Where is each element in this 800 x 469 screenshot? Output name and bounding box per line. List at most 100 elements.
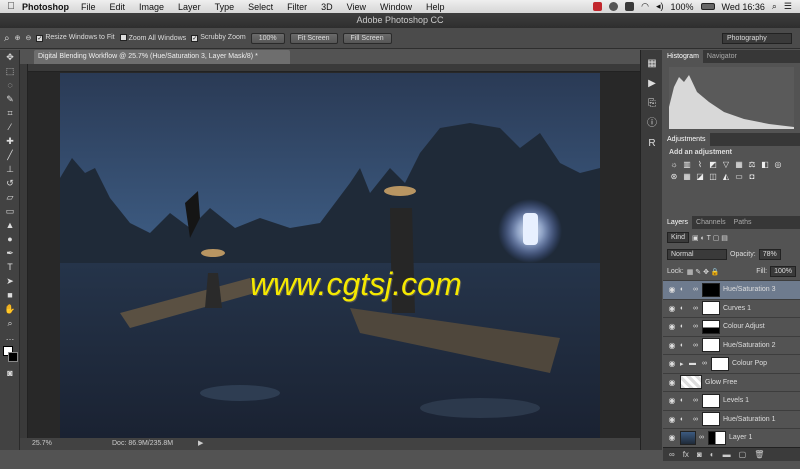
black-white-icon[interactable]: ◧ bbox=[760, 160, 770, 169]
selective-color-icon[interactable]: ◘ bbox=[747, 172, 757, 181]
layer-name[interactable]: Glow Free bbox=[705, 379, 737, 386]
exposure-icon[interactable]: ◩ bbox=[708, 160, 718, 169]
crop-tool-icon[interactable]: ⌗ bbox=[0, 106, 20, 120]
layer-name[interactable]: Colour Pop bbox=[732, 360, 767, 367]
doc-size[interactable]: Doc: 86.9M/235.8M bbox=[112, 438, 173, 450]
tab-layers[interactable]: Layers bbox=[663, 216, 693, 229]
menu-layer[interactable]: Layer bbox=[178, 2, 201, 12]
gradient-map-icon[interactable]: ▭ bbox=[734, 172, 744, 181]
move-tool-icon[interactable]: ✥ bbox=[0, 50, 20, 64]
channel-mixer-icon[interactable]: ⊛ bbox=[669, 172, 679, 181]
menu-image[interactable]: Image bbox=[139, 2, 164, 12]
layer-row[interactable]: ◉ ◐ ∞ Curves 1 bbox=[663, 298, 800, 318]
more-tools-icon[interactable]: … bbox=[0, 330, 20, 344]
fit-screen-button[interactable]: Fit Screen bbox=[289, 32, 338, 44]
filter-icons[interactable]: ▣ ◐ T ▢ ▤ bbox=[692, 234, 728, 242]
quick-mask-icon[interactable]: ◙ bbox=[0, 366, 20, 380]
layer-row[interactable]: ◉ Glow Free bbox=[663, 372, 800, 392]
path-select-tool-icon[interactable]: ➤ bbox=[0, 274, 20, 288]
zoom-in-icon[interactable]: ⊕ bbox=[15, 34, 21, 42]
zoom-100-button[interactable]: 100% bbox=[250, 32, 285, 44]
kind-filter-select[interactable]: Kind bbox=[667, 232, 690, 243]
layer-mask-thumb[interactable] bbox=[702, 319, 720, 334]
app-menu[interactable]: Photoshop bbox=[22, 2, 69, 12]
document-image[interactable] bbox=[60, 73, 600, 438]
dodge-tool-icon[interactable]: ● bbox=[0, 232, 20, 246]
posterize-icon[interactable]: ◫ bbox=[708, 172, 718, 181]
layer-mask-thumb[interactable] bbox=[702, 412, 720, 427]
new-layer-icon[interactable]: ▢ bbox=[739, 450, 747, 459]
new-group-icon[interactable]: ▬ bbox=[723, 450, 731, 459]
layer-row[interactable]: ◉ ◐ ∞ Hue/Saturation 2 bbox=[663, 335, 800, 355]
layer-name[interactable]: Layer 1 bbox=[729, 434, 752, 441]
menu-filter[interactable]: Filter bbox=[287, 2, 307, 12]
layer-mask-thumb[interactable] bbox=[702, 282, 720, 297]
menu-edit[interactable]: Edit bbox=[110, 2, 126, 12]
zoom-tool-icon[interactable]: ⌕ bbox=[4, 33, 10, 44]
history-brush-icon[interactable]: ↺ bbox=[0, 176, 20, 190]
workspace-select[interactable]: Photography bbox=[722, 32, 792, 44]
layer-name[interactable]: Curves 1 bbox=[723, 305, 751, 312]
canvas-area[interactable]: www.cgtsj.com bbox=[20, 64, 640, 438]
color-balance-icon[interactable]: ⚖ bbox=[747, 160, 757, 169]
document-tab[interactable]: Digital Blending Workflow @ 25.7% (Hue/S… bbox=[34, 50, 290, 64]
pen-tool-icon[interactable]: ✒ bbox=[0, 246, 20, 260]
eyedropper-tool-icon[interactable]: ⁄ bbox=[0, 120, 20, 134]
clock[interactable]: Wed 16:36 bbox=[722, 2, 765, 12]
menu-window[interactable]: Window bbox=[380, 2, 412, 12]
visibility-eye-icon[interactable]: ◉ bbox=[667, 304, 677, 313]
app-status-icon[interactable] bbox=[625, 2, 635, 11]
blur-tool-icon[interactable]: ▲ bbox=[0, 218, 20, 232]
tab-channels[interactable]: Channels bbox=[692, 216, 730, 229]
color-swatches-icon[interactable] bbox=[0, 344, 20, 366]
curves-icon[interactable]: ⌇ bbox=[695, 160, 705, 169]
menu-type[interactable]: Type bbox=[215, 2, 235, 12]
add-mask-icon[interactable]: ◙ bbox=[697, 450, 702, 459]
info-panel-icon[interactable]: ⓘ bbox=[641, 114, 663, 134]
hand-tool-icon[interactable]: ✋ bbox=[0, 302, 20, 316]
tab-paths[interactable]: Paths bbox=[730, 216, 756, 229]
quick-select-tool-icon[interactable]: ✎ bbox=[0, 92, 20, 106]
marquee-tool-icon[interactable]: ⬚ bbox=[0, 64, 20, 78]
notification-icon[interactable]: ☰ bbox=[784, 1, 792, 12]
brush-tool-icon[interactable]: ╱ bbox=[0, 148, 20, 162]
volume-icon[interactable]: ◂) bbox=[656, 1, 664, 12]
zoom-all-checkbox[interactable]: Zoom All Windows bbox=[119, 34, 186, 42]
layer-name[interactable]: Colour Adjust bbox=[723, 323, 765, 330]
gradient-tool-icon[interactable]: ▭ bbox=[0, 204, 20, 218]
layer-thumb[interactable] bbox=[680, 430, 696, 445]
zoom-tool-side-icon[interactable]: ⌕ bbox=[0, 316, 20, 330]
menu-view[interactable]: View bbox=[347, 2, 366, 12]
fx-icon[interactable]: fx bbox=[683, 450, 689, 459]
zoom-level[interactable]: 25.7% bbox=[32, 438, 52, 450]
group-expand-icon[interactable]: ▸ bbox=[680, 360, 686, 368]
healing-tool-icon[interactable]: ✚ bbox=[0, 134, 20, 148]
menu-help[interactable]: Help bbox=[426, 2, 445, 12]
photo-filter-icon[interactable]: ◎ bbox=[773, 160, 783, 169]
layer-mask-thumb[interactable] bbox=[702, 393, 720, 408]
stamp-tool-icon[interactable]: ⊥ bbox=[0, 162, 20, 176]
new-adjustment-icon[interactable]: ◐ bbox=[710, 450, 715, 459]
horizontal-ruler[interactable] bbox=[28, 64, 640, 72]
zoom-out-icon[interactable]: ⊖ bbox=[25, 34, 31, 42]
layer-row[interactable]: ◉ ◐ ∞ Hue/Saturation 3 bbox=[663, 280, 800, 299]
tab-navigator[interactable]: Navigator bbox=[703, 50, 741, 63]
tab-histogram[interactable]: Histogram bbox=[663, 50, 703, 63]
vibrance-icon[interactable]: ▽ bbox=[721, 160, 731, 169]
layer-name[interactable]: Hue/Saturation 2 bbox=[723, 342, 776, 349]
hue-saturation-icon[interactable]: ▦ bbox=[734, 160, 744, 169]
fill-input[interactable]: 100% bbox=[770, 266, 796, 277]
menu-file[interactable]: File bbox=[81, 2, 96, 12]
link-layers-icon[interactable]: ∞ bbox=[669, 450, 675, 459]
visibility-eye-icon[interactable]: ◉ bbox=[667, 396, 677, 405]
actions-panel-icon[interactable]: ▶ bbox=[641, 74, 663, 94]
opacity-input[interactable]: 78% bbox=[758, 249, 781, 260]
color-lookup-icon[interactable]: ▦ bbox=[682, 172, 692, 181]
blend-mode-select[interactable]: Normal bbox=[667, 249, 727, 260]
layer-row[interactable]: ◉ ◐ ∞ Colour Adjust bbox=[663, 317, 800, 336]
menu-select[interactable]: Select bbox=[248, 2, 273, 12]
eraser-tool-icon[interactable]: ▱ bbox=[0, 190, 20, 204]
layer-row[interactable]: ◉ ◐ ∞ Levels 1 bbox=[663, 391, 800, 410]
invert-icon[interactable]: ◪ bbox=[695, 172, 705, 181]
layer-mask-thumb[interactable] bbox=[708, 430, 726, 445]
